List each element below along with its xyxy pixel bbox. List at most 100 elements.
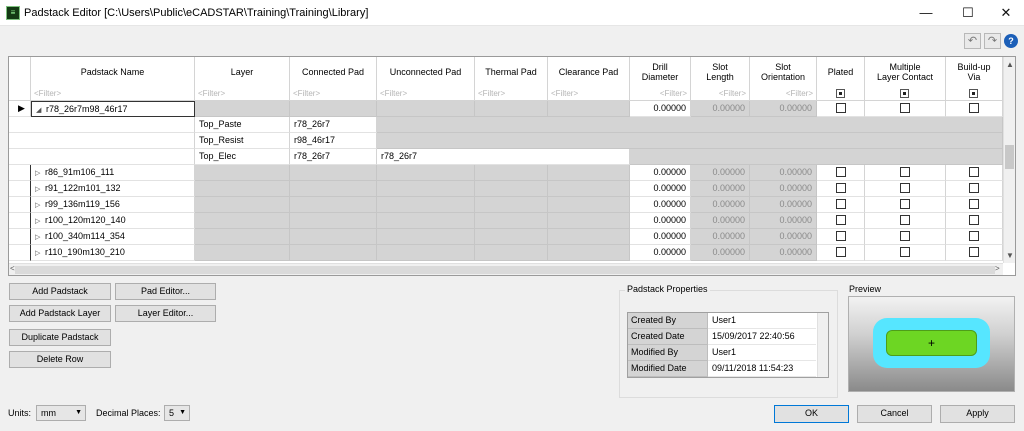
delete-row-button[interactable]: Delete Row <box>9 351 111 368</box>
build-up-via-checkbox[interactable] <box>969 183 979 193</box>
multiple-layer-contact-checkbox[interactable] <box>900 183 910 193</box>
layer-cell[interactable]: Top_Elec <box>195 149 290 165</box>
column-header-slot-orientation[interactable]: Slot Orientation <box>750 57 817 87</box>
multiple-layer-contact-checkbox[interactable] <box>900 215 910 225</box>
plated-checkbox[interactable] <box>836 231 846 241</box>
multiple-layer-contact-checkbox[interactable] <box>900 103 910 113</box>
drill-diameter-cell[interactable]: 0.00000 <box>630 245 691 261</box>
unconnected-pad-cell[interactable]: r78_26r7 <box>377 149 630 165</box>
filter-slot-length[interactable]: <Filter> <box>691 87 750 101</box>
layer-cell[interactable]: Top_Paste <box>195 117 290 133</box>
add-padstack-button[interactable]: Add Padstack <box>9 283 111 300</box>
padstack-name-cell[interactable]: ▷ r100_340m114_354 <box>31 229 195 245</box>
drill-diameter-cell[interactable]: 0.00000 <box>630 101 691 117</box>
horizontal-scroll-thumb[interactable] <box>15 266 995 274</box>
padstack-name-cell[interactable]: ▷ r100_120m120_140 <box>31 213 195 229</box>
expand-icon[interactable]: ▷ <box>35 246 45 260</box>
padstack-name-cell[interactable]: ▷ r91_122m101_132 <box>31 181 195 197</box>
column-header-multiple-layer-contact[interactable]: Multiple Layer Contact <box>865 57 946 87</box>
filter-checkbox[interactable] <box>836 89 845 98</box>
vertical-scroll-thumb[interactable] <box>1005 145 1014 169</box>
expand-icon[interactable]: ▷ <box>35 198 45 212</box>
filter-multiple-layer-contact[interactable] <box>865 87 946 101</box>
build-up-via-checkbox[interactable] <box>969 247 979 257</box>
vertical-scrollbar[interactable]: ▲ ▼ <box>1003 57 1015 263</box>
build-up-via-checkbox[interactable] <box>969 103 979 113</box>
filter-thermal-pad[interactable]: <Filter> <box>475 87 548 101</box>
plated-checkbox[interactable] <box>836 247 846 257</box>
duplicate-padstack-button[interactable]: Duplicate Padstack <box>9 329 111 346</box>
plated-checkbox[interactable] <box>836 215 846 225</box>
cancel-button[interactable]: Cancel <box>857 405 932 423</box>
properties-scrollbar[interactable] <box>817 313 828 377</box>
column-header-connected-pad[interactable]: Connected Pad <box>290 57 377 87</box>
layer-cell[interactable]: Top_Resist <box>195 133 290 149</box>
multiple-layer-contact-checkbox[interactable] <box>900 167 910 177</box>
filter-build-up-via[interactable] <box>946 87 1003 101</box>
filter-drill-diameter[interactable]: <Filter> <box>630 87 691 101</box>
padstack-name-cell[interactable]: ▷ r99_136m119_156 <box>31 197 195 213</box>
add-padstack-layer-button[interactable]: Add Padstack Layer <box>9 305 111 322</box>
scroll-right-icon[interactable]: > <box>995 264 1000 273</box>
column-header-clearance-pad[interactable]: Clearance Pad <box>548 57 630 87</box>
padstack-name-cell[interactable]: ▷ r86_91m106_111 <box>31 165 195 181</box>
expand-icon[interactable]: ▷ <box>35 214 45 228</box>
expand-icon[interactable]: ▷ <box>35 230 45 244</box>
filter-connected-pad[interactable]: <Filter> <box>290 87 377 101</box>
connected-pad-cell[interactable]: r98_46r17 <box>290 133 377 149</box>
filter-checkbox[interactable] <box>969 89 978 98</box>
undo-icon[interactable]: ↶ <box>964 33 981 49</box>
filter-slot-orientation[interactable]: <Filter> <box>750 87 817 101</box>
column-header-build-up-via[interactable]: Build-up Via <box>946 57 1003 87</box>
column-header-unconnected-pad[interactable]: Unconnected Pad <box>377 57 475 87</box>
column-header-padstack-name[interactable]: Padstack Name <box>31 57 195 87</box>
redo-icon[interactable]: ↷ <box>984 33 1001 49</box>
scroll-left-icon[interactable]: < <box>10 264 15 273</box>
collapse-icon[interactable]: ◢ <box>36 103 46 116</box>
column-header-plated[interactable]: Plated <box>817 57 865 87</box>
drill-diameter-cell[interactable]: 0.00000 <box>630 213 691 229</box>
filter-checkbox[interactable] <box>900 89 909 98</box>
ok-button[interactable]: OK <box>774 405 849 423</box>
multiple-layer-contact-checkbox[interactable] <box>900 199 910 209</box>
layer-editor-button[interactable]: Layer Editor... <box>115 305 216 322</box>
multiple-layer-contact-checkbox[interactable] <box>900 247 910 257</box>
connected-pad-cell[interactable]: r78_26r7 <box>290 117 377 133</box>
minimize-button[interactable]: — <box>904 0 948 26</box>
drill-diameter-cell[interactable]: 0.00000 <box>630 181 691 197</box>
maximize-button[interactable]: ☐ <box>946 0 990 26</box>
horizontal-scrollbar[interactable]: < > <box>9 263 1003 275</box>
scroll-up-icon[interactable]: ▲ <box>1006 60 1014 69</box>
filter-clearance-pad[interactable]: <Filter> <box>548 87 630 101</box>
filter-plated[interactable] <box>817 87 865 101</box>
decimal-places-select[interactable]: 5 ▼ <box>164 405 190 421</box>
plated-checkbox[interactable] <box>836 103 846 113</box>
plated-checkbox[interactable] <box>836 199 846 209</box>
drill-diameter-cell[interactable]: 0.00000 <box>630 197 691 213</box>
padstack-name-cell[interactable]: ▷ r110_190m130_210 <box>31 245 195 261</box>
column-header-layer[interactable]: Layer <box>195 57 290 87</box>
pad-editor-button[interactable]: Pad Editor... <box>115 283 216 300</box>
expand-icon[interactable]: ▷ <box>35 166 45 180</box>
close-button[interactable]: ✕ <box>988 0 1024 26</box>
plated-checkbox[interactable] <box>836 183 846 193</box>
column-header-thermal-pad[interactable]: Thermal Pad <box>475 57 548 87</box>
build-up-via-checkbox[interactable] <box>969 231 979 241</box>
column-header-drill-diameter[interactable]: Drill Diameter <box>630 57 691 87</box>
drill-diameter-cell[interactable]: 0.00000 <box>630 229 691 245</box>
help-icon[interactable]: ? <box>1004 34 1018 48</box>
scroll-down-icon[interactable]: ▼ <box>1006 251 1014 260</box>
build-up-via-checkbox[interactable] <box>969 199 979 209</box>
filter-unconnected-pad[interactable]: <Filter> <box>377 87 475 101</box>
filter-padstack-name[interactable]: <Filter> <box>31 87 195 101</box>
units-select[interactable]: mm ▼ <box>36 405 86 421</box>
multiple-layer-contact-checkbox[interactable] <box>900 231 910 241</box>
build-up-via-checkbox[interactable] <box>969 215 979 225</box>
drill-diameter-cell[interactable]: 0.00000 <box>630 165 691 181</box>
padstack-name-cell[interactable]: ◢ r78_26r7m98_46r17 <box>31 101 195 117</box>
column-header-slot-length[interactable]: Slot Length <box>691 57 750 87</box>
filter-layer[interactable]: <Filter> <box>195 87 290 101</box>
expand-icon[interactable]: ▷ <box>35 182 45 196</box>
apply-button[interactable]: Apply <box>940 405 1015 423</box>
connected-pad-cell[interactable]: r78_26r7 <box>290 149 377 165</box>
